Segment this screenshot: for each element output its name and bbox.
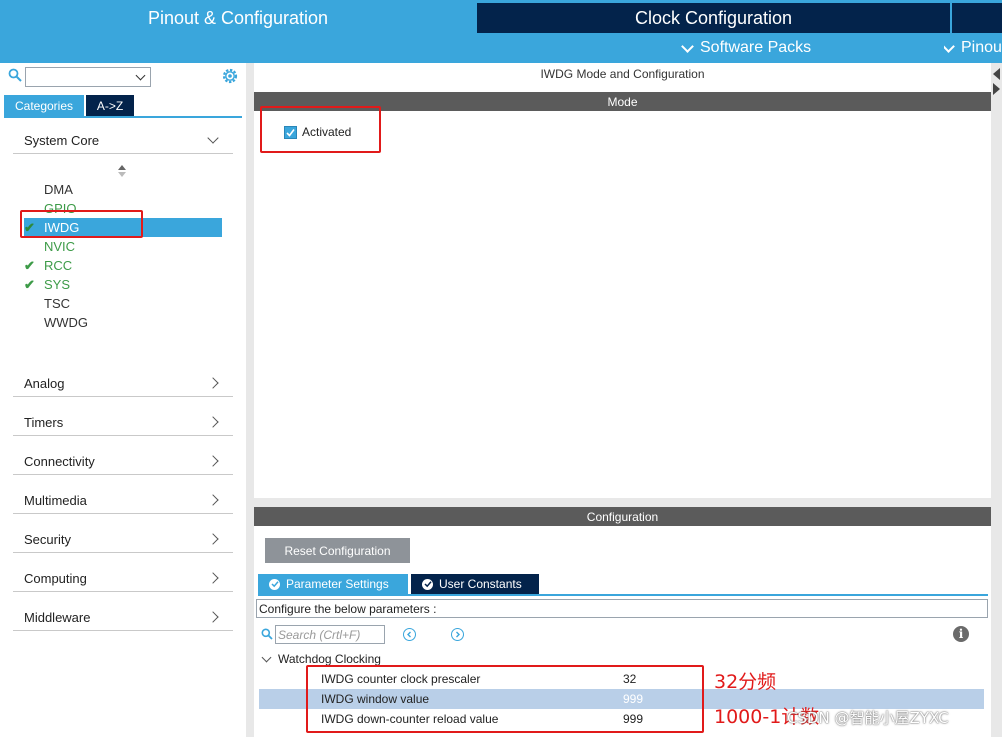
annotation-prescaler: 32分频 xyxy=(714,671,777,693)
chevron-right-icon xyxy=(207,611,219,623)
chevron-right-icon xyxy=(207,377,219,389)
configuration-header: Configuration xyxy=(254,507,991,526)
search-icon[interactable] xyxy=(8,68,22,82)
check-circle-icon xyxy=(269,578,280,590)
gear-icon[interactable] xyxy=(221,67,239,85)
software-packs-menu[interactable]: Software Packs xyxy=(681,33,812,63)
watermark: CSDN @智能小屋ZYXC xyxy=(787,709,949,727)
reset-configuration-button[interactable]: Reset Configuration xyxy=(265,538,410,563)
peripheral-label: NVIC xyxy=(44,239,76,254)
right-splitter[interactable] xyxy=(991,63,1002,737)
tab-a-to-z[interactable]: A->Z xyxy=(86,95,134,116)
chevron-right-icon xyxy=(207,572,219,584)
chevron-right-icon xyxy=(207,533,219,545)
splitter[interactable] xyxy=(254,498,991,507)
peripheral-sys[interactable]: ✔ SYS xyxy=(24,275,222,294)
category-analog[interactable]: Analog xyxy=(13,370,233,397)
mode-body xyxy=(254,111,991,498)
previous-match-icon[interactable] xyxy=(403,628,416,641)
category-label: Middleware xyxy=(24,609,91,625)
chevron-down-icon xyxy=(135,70,146,81)
category-security[interactable]: Security xyxy=(13,526,233,553)
collapse-arrows-icon[interactable] xyxy=(992,67,1001,97)
category-multimedia[interactable]: Multimedia xyxy=(13,487,233,514)
mode-panel-title: IWDG Mode and Configuration xyxy=(540,67,705,81)
info-icon[interactable]: i xyxy=(953,626,969,642)
search-combo[interactable] xyxy=(25,67,151,87)
group-label: Watchdog Clocking xyxy=(278,652,381,666)
chevron-right-icon xyxy=(207,494,219,506)
chevron-down-icon xyxy=(944,39,955,53)
chevron-right-icon xyxy=(207,416,219,428)
chevron-down-icon xyxy=(681,39,694,53)
tab-clock-configuration[interactable]: Clock Configuration xyxy=(477,3,950,33)
tab-user-constants[interactable]: User Constants xyxy=(411,574,539,594)
category-label: Connectivity xyxy=(24,453,95,469)
category-label: Security xyxy=(24,531,71,547)
peripheral-tsc[interactable]: TSC xyxy=(24,294,222,313)
category-label: Timers xyxy=(24,414,64,430)
highlight-box-params xyxy=(306,665,704,733)
highlight-box-iwdg xyxy=(20,210,143,238)
pinout-menu[interactable]: Pinou xyxy=(944,33,1002,63)
chevron-right-icon xyxy=(207,455,219,467)
peripheral-label: TSC xyxy=(44,296,70,311)
pinout-menu-label: Pinou xyxy=(961,39,1002,56)
category-system-core[interactable]: System Core xyxy=(13,127,233,154)
peripheral-label: RCC xyxy=(44,258,73,273)
category-connectivity[interactable]: Connectivity xyxy=(13,448,233,475)
chevron-down-icon xyxy=(261,652,272,663)
peripheral-wwdg[interactable]: WWDG xyxy=(24,313,222,332)
tab-label: Parameter Settings xyxy=(286,577,389,591)
category-label: Multimedia xyxy=(24,492,87,508)
chevron-down-icon xyxy=(207,132,219,144)
category-computing[interactable]: Computing xyxy=(13,565,233,592)
check-icon: ✔ xyxy=(24,257,35,273)
peripheral-rcc[interactable]: ✔ RCC xyxy=(24,256,222,275)
tab-categories[interactable]: Categories xyxy=(4,95,84,116)
search-icon xyxy=(261,628,273,640)
sort-icon[interactable] xyxy=(117,164,127,178)
category-label: Analog xyxy=(24,375,65,391)
configure-instructions: Configure the below parameters : xyxy=(256,599,988,618)
tab-overflow[interactable] xyxy=(952,3,1002,33)
peripheral-label: DMA xyxy=(44,182,73,197)
highlight-box-activated xyxy=(260,106,381,153)
category-middleware[interactable]: Middleware xyxy=(13,604,233,631)
category-timers[interactable]: Timers xyxy=(13,409,233,436)
tab-pinout-configuration[interactable]: Pinout & Configuration xyxy=(0,3,476,33)
peripheral-label: SYS xyxy=(44,277,71,292)
category-label: System Core xyxy=(24,132,100,148)
parameter-search-input[interactable]: Search (Crtl+F) xyxy=(275,625,385,644)
software-packs-label: Software Packs xyxy=(700,39,812,56)
peripheral-dma[interactable]: DMA xyxy=(24,180,222,199)
check-icon: ✔ xyxy=(24,276,35,292)
splitter[interactable] xyxy=(246,63,254,737)
peripheral-label: WWDG xyxy=(44,315,89,330)
peripheral-nvic[interactable]: NVIC xyxy=(24,237,222,256)
category-label: Computing xyxy=(24,570,87,586)
next-match-icon[interactable] xyxy=(451,628,464,641)
check-circle-icon xyxy=(422,578,433,590)
tab-parameter-settings[interactable]: Parameter Settings xyxy=(258,574,408,594)
tab-underline xyxy=(4,116,242,118)
tab-underline xyxy=(258,594,988,596)
tab-label: User Constants xyxy=(439,577,522,591)
